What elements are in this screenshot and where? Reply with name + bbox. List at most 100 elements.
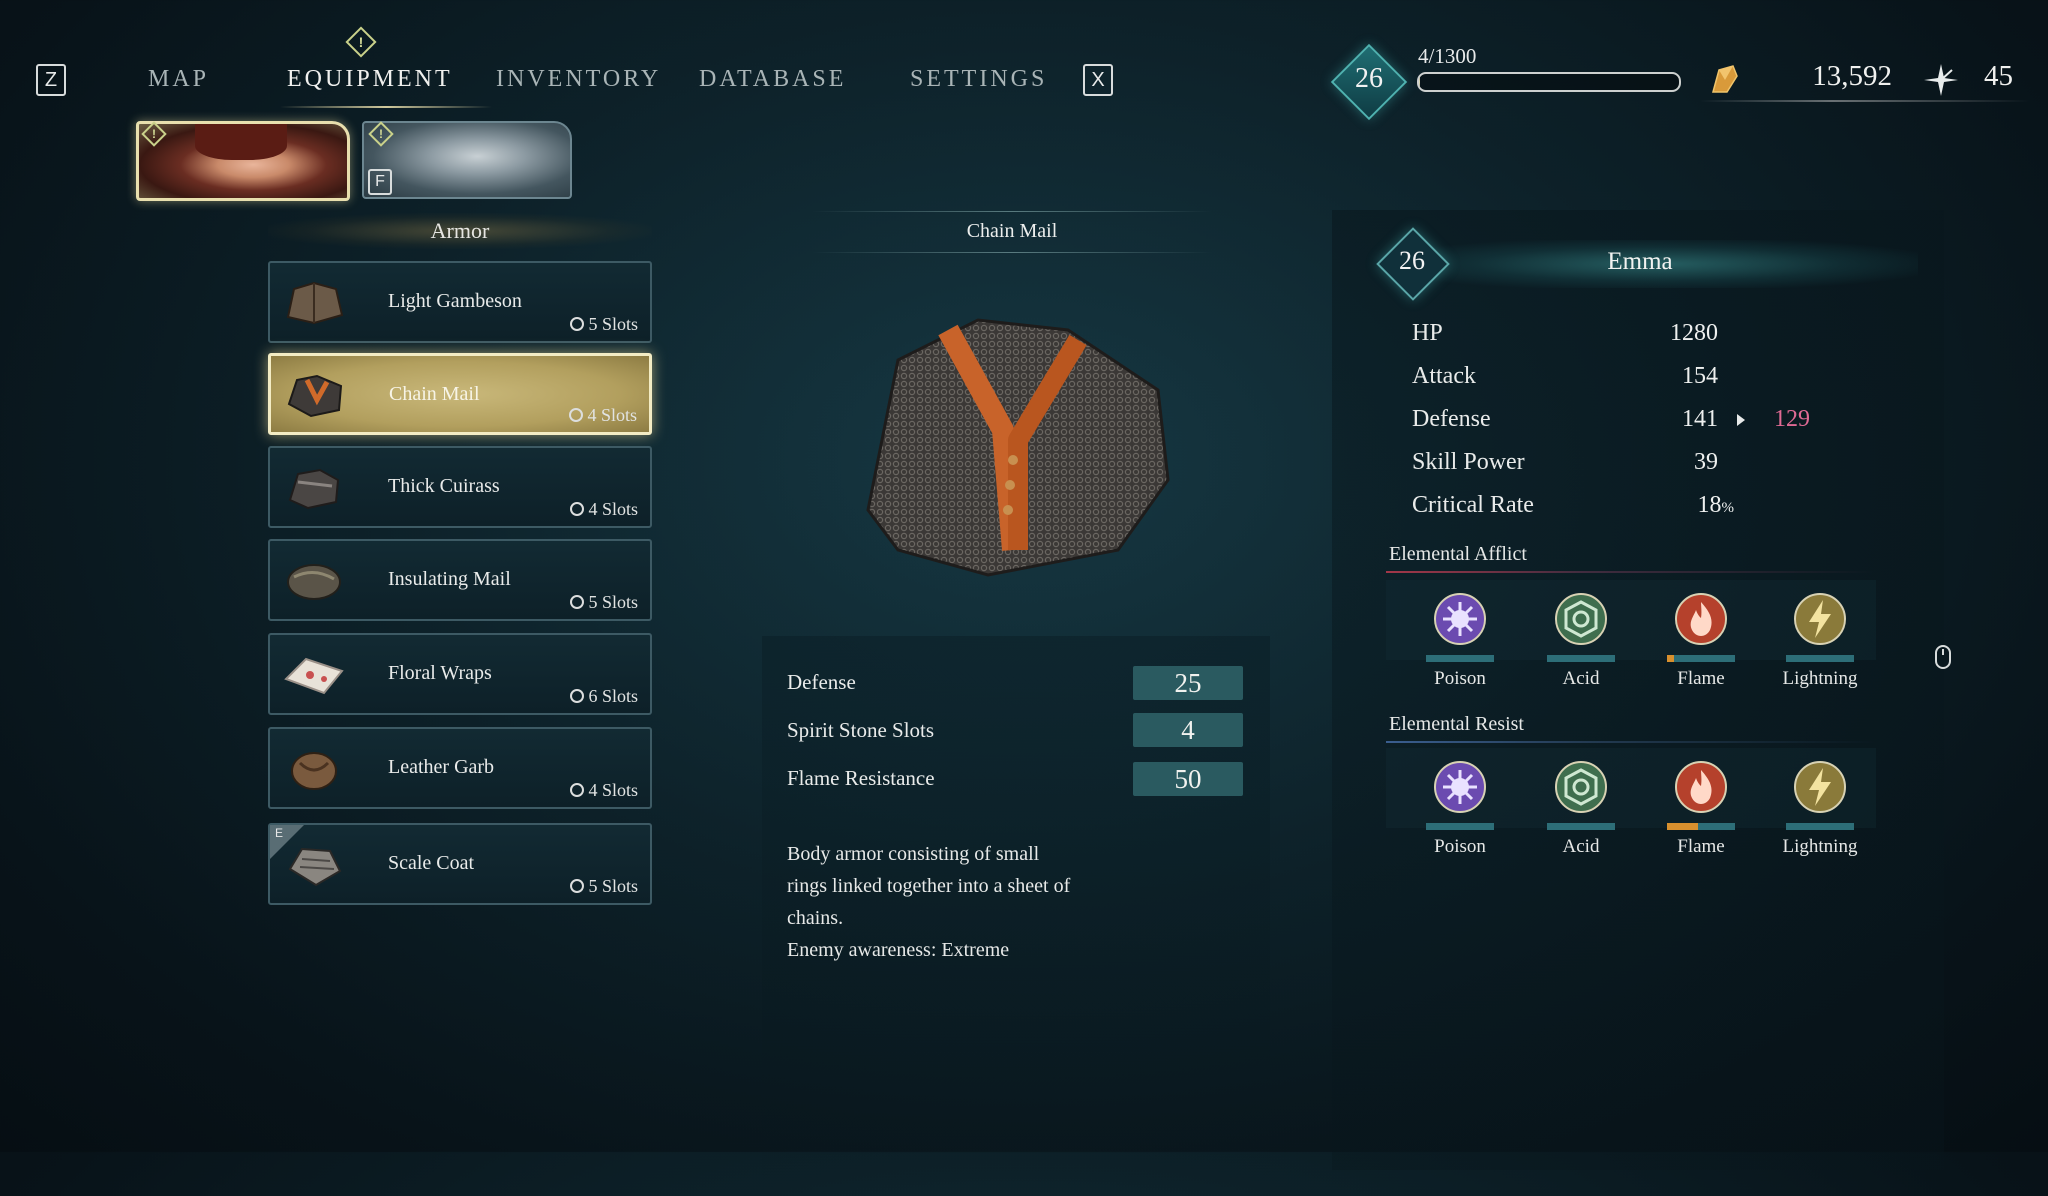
armor-item-chain-mail[interactable]: Chain Mail 4 Slots — [268, 353, 652, 435]
element-label: Poison — [1434, 668, 1486, 689]
xp-bar — [1417, 72, 1681, 92]
status-underline — [1700, 100, 2030, 102]
active-tab-underline — [280, 106, 492, 108]
next-tab-key[interactable]: X — [1083, 64, 1113, 96]
element-label: Flame — [1677, 668, 1725, 689]
flame-icon — [1675, 593, 1727, 645]
element-level-bar — [1547, 655, 1615, 662]
element-label: Flame — [1677, 836, 1725, 857]
slot-icon — [570, 317, 585, 331]
item-slots: 4 Slots — [570, 780, 638, 801]
companion-key: F — [368, 169, 392, 195]
char-stat-label: Attack — [1412, 363, 1476, 389]
secondary-amount: 45 — [1984, 60, 2013, 92]
detail-stat-label: Spirit Stone Slots — [787, 718, 935, 742]
tab-map[interactable]: MAP — [148, 66, 209, 93]
slot-icon — [570, 879, 585, 893]
chain-mail-icon — [287, 374, 343, 418]
afflict-divider — [1386, 571, 1876, 573]
item-slots: 4 Slots — [570, 499, 638, 520]
element-label: Lightning — [1782, 836, 1858, 857]
tab-database[interactable]: DATABASE — [699, 66, 846, 93]
currency-amount: 13,592 — [1812, 60, 1892, 92]
item-name: Scale Coat — [388, 852, 475, 874]
cuirass-icon — [288, 468, 340, 510]
item-name: Chain Mail — [389, 383, 480, 405]
armor-item-floral-wraps[interactable]: Floral Wraps 6 Slots — [268, 633, 652, 715]
char-stat-label: Critical Rate — [1412, 492, 1534, 518]
afflict-title: Elemental Afflict — [1389, 543, 1527, 565]
armor-item-insulating-mail[interactable]: Insulating Mail 5 Slots — [268, 539, 652, 621]
detail-stat-label: Flame Resistance — [787, 766, 935, 790]
equipped-tag-label: E — [275, 826, 284, 840]
character-name: Emma — [1607, 248, 1673, 275]
item-slots: 5 Slots — [570, 876, 638, 897]
mouse-icon — [1935, 645, 1951, 669]
lightning-icon — [1794, 593, 1846, 645]
crystal-shard-icon — [1712, 65, 1738, 93]
element-level-fill — [1667, 823, 1698, 830]
percent-unit: % — [1721, 500, 1735, 516]
chain-mail-preview-image — [866, 318, 1170, 577]
item-slots: 6 Slots — [570, 686, 638, 707]
prev-tab-key[interactable]: Z — [36, 64, 66, 96]
feather-star-icon — [1924, 64, 1958, 96]
tab-equipment[interactable]: EQUIPMENT — [287, 66, 453, 93]
xp-text: 4/1300 — [1418, 44, 1477, 68]
poison-icon — [1434, 761, 1486, 813]
element-label: Acid — [1562, 836, 1600, 857]
char-stat-value: 1280 — [1670, 320, 1718, 346]
element-label: Poison — [1434, 836, 1486, 857]
xp-bar-fill — [1419, 74, 1420, 90]
slot-icon — [569, 408, 584, 422]
floral-wraps-icon — [284, 657, 344, 695]
armor-item-scale-coat[interactable]: E Scale Coat 5 Slots — [268, 823, 652, 905]
stat-change-arrow-icon — [1737, 414, 1745, 426]
resist-title: Elemental Resist — [1389, 713, 1524, 735]
detail-title: Chain Mail — [966, 220, 1058, 242]
char-stat-value: 141 — [1682, 406, 1718, 432]
tab-inventory[interactable]: INVENTORY — [496, 66, 661, 93]
resist-divider — [1386, 741, 1876, 743]
item-name: Floral Wraps — [388, 662, 492, 684]
portrait-companion[interactable]: F — [362, 121, 572, 199]
portrait-emma[interactable] — [136, 121, 350, 201]
element-level-fill — [1667, 655, 1674, 662]
detail-stat-value: 4 — [1133, 713, 1243, 747]
detail-stat-label: Defense — [787, 670, 856, 694]
char-stat-label: HP — [1412, 320, 1443, 346]
armor-item-leather-garb[interactable]: Leather Garb 4 Slots — [268, 727, 652, 809]
item-name: Light Gambeson — [388, 290, 522, 312]
item-name: Insulating Mail — [388, 568, 511, 590]
detail-title-line-top — [812, 211, 1212, 212]
flame-icon — [1675, 761, 1727, 813]
item-slots: 5 Slots — [570, 314, 638, 335]
armor-item-thick-cuirass[interactable]: Thick Cuirass 4 Slots — [268, 446, 652, 528]
element-level-bar — [1667, 655, 1735, 662]
element-level-bar — [1547, 823, 1615, 830]
char-stat-value: 154 — [1682, 363, 1718, 389]
item-description: Body armor consisting of small rings lin… — [787, 843, 1071, 961]
element-level-bar — [1786, 823, 1854, 830]
gambeson-icon — [286, 281, 344, 325]
element-level-bar — [1786, 655, 1854, 662]
detail-stat-value: 50 — [1133, 762, 1243, 796]
equipment-alert-icon: ! — [345, 26, 377, 58]
player-level: 26 — [1355, 63, 1383, 94]
leather-garb-icon — [291, 752, 337, 790]
armor-item-light-gambeson[interactable]: Light Gambeson 5 Slots — [268, 261, 652, 343]
slot-icon — [570, 595, 585, 609]
item-name: Leather Garb — [388, 756, 495, 778]
detail-title-line-bottom — [812, 252, 1212, 253]
element-label: Lightning — [1782, 668, 1858, 689]
element-level-bar — [1426, 823, 1494, 830]
item-name: Thick Cuirass — [388, 475, 500, 497]
char-stat-label: Defense — [1412, 406, 1491, 432]
character-level: 26 — [1399, 246, 1425, 275]
insulating-mail-icon — [287, 564, 341, 600]
tab-settings[interactable]: SETTINGS — [910, 66, 1047, 93]
lightning-icon — [1794, 761, 1846, 813]
item-slots: 4 Slots — [569, 405, 637, 426]
slot-icon — [570, 689, 585, 703]
character-panel — [1332, 210, 1944, 1170]
